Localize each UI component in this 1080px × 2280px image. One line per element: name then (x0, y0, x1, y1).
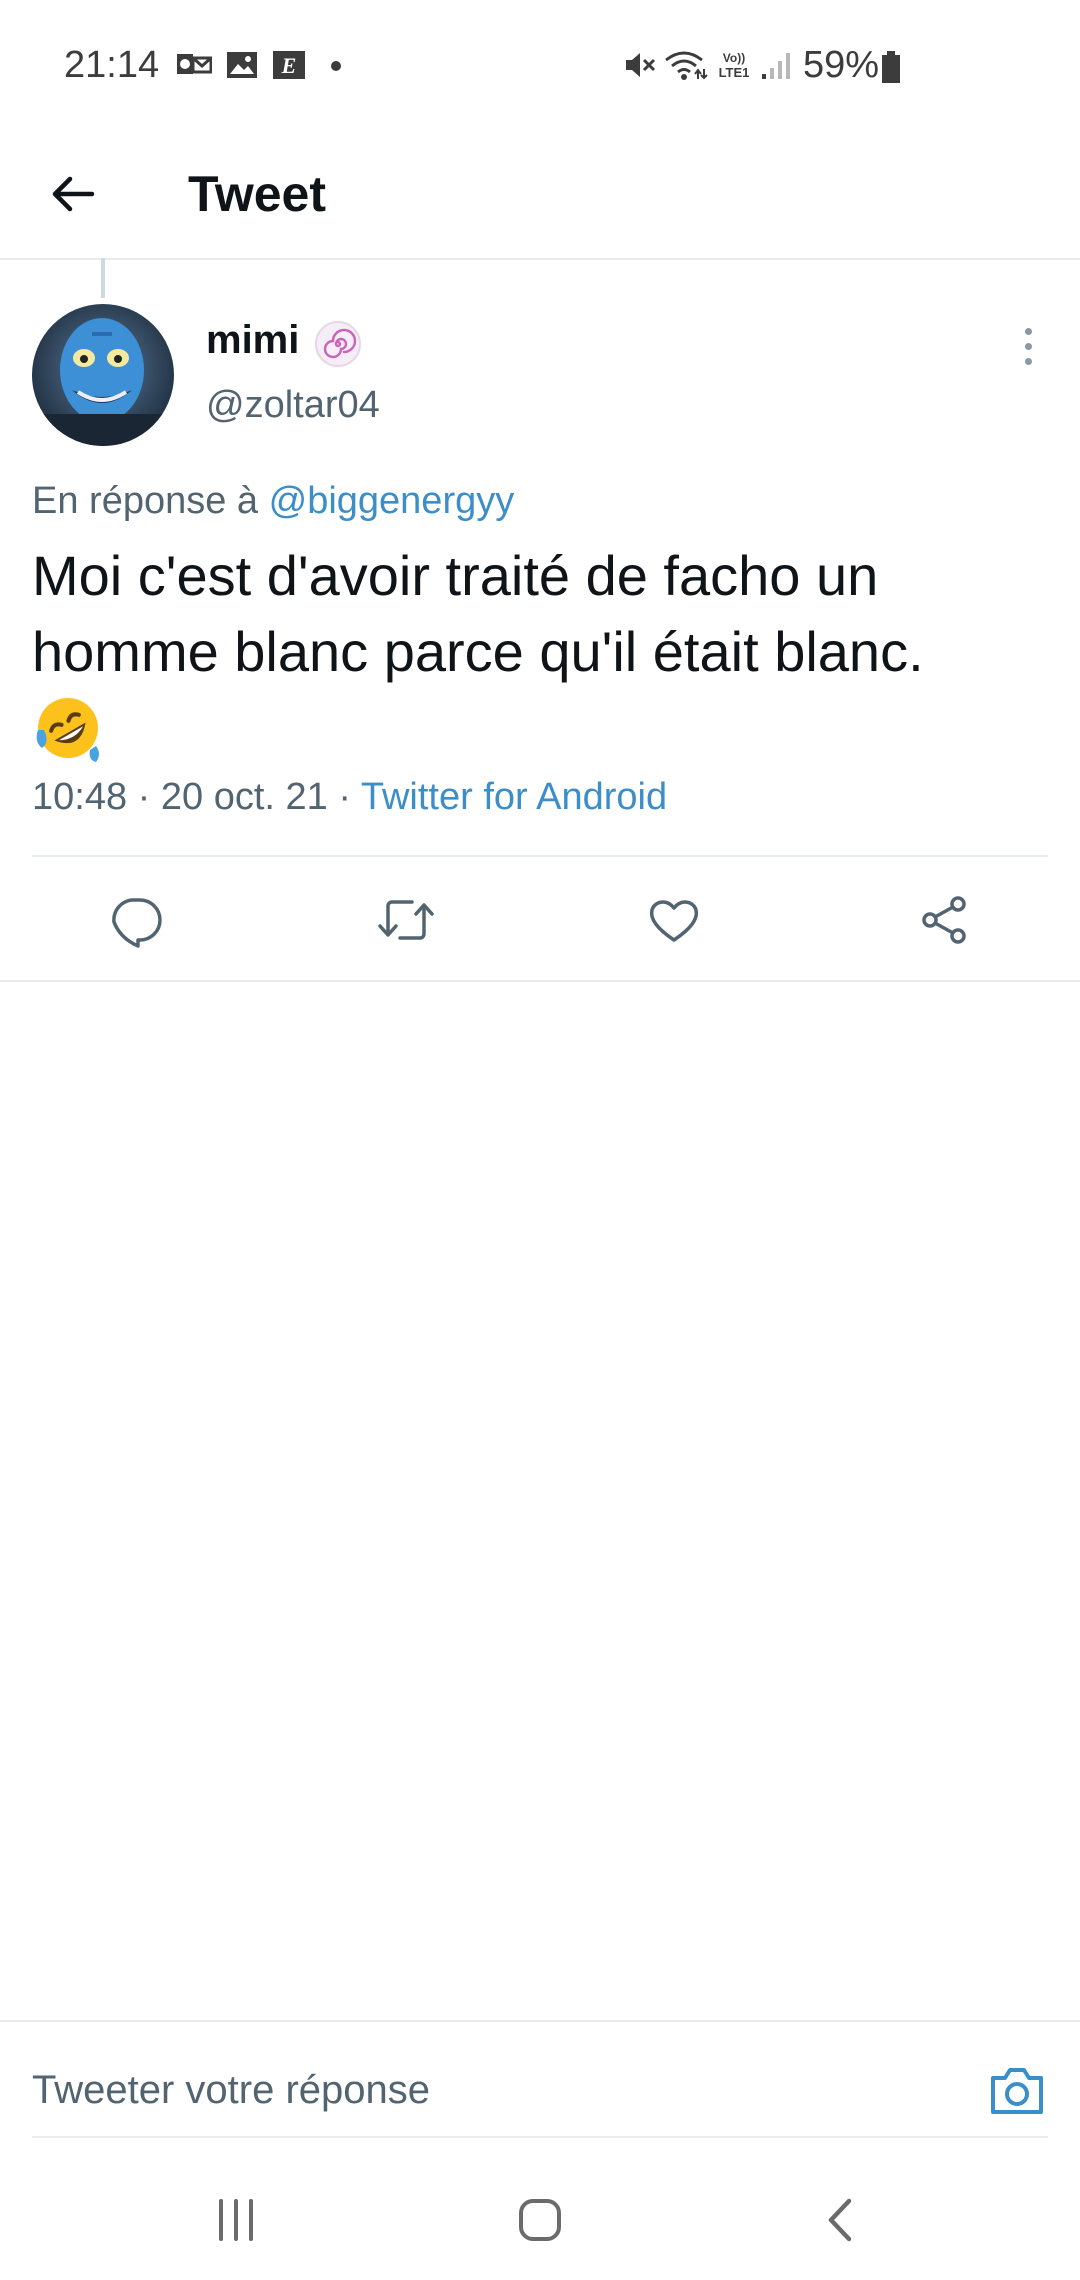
share-button[interactable] (904, 880, 984, 960)
status-time: 21:14 (64, 44, 160, 86)
page-title: Tweet (188, 166, 326, 222)
divider (0, 980, 1080, 982)
retweet-button[interactable] (366, 880, 446, 960)
recent-apps-button[interactable] (186, 2180, 286, 2260)
reply-context: En réponse à @biggenergyy (32, 480, 514, 523)
mute-icon (626, 53, 656, 77)
more-dot (1024, 357, 1032, 365)
wifi-icon (665, 51, 708, 80)
back-button[interactable] (38, 158, 110, 230)
home-button[interactable] (490, 2180, 590, 2260)
avatar-image (32, 304, 174, 446)
reply-prefix: En réponse à (32, 480, 259, 522)
retweet-icon (378, 900, 434, 940)
battery-icon (882, 51, 900, 83)
outlook-icon (177, 54, 212, 74)
more-options-button[interactable] (1010, 318, 1046, 374)
like-button[interactable] (634, 880, 714, 960)
tweet-meta: 10:48 · 20 oct. 21 · Twitter for Android (32, 776, 667, 819)
tweet-timestamp: 10:48 · 20 oct. 21 · (32, 776, 351, 818)
more-dot (1024, 327, 1032, 335)
reply-mention-link[interactable]: @biggenergyy (269, 480, 515, 522)
home-icon (519, 2199, 561, 2241)
camera-button[interactable] (982, 2058, 1052, 2122)
thread-connector-line (101, 258, 105, 298)
svg-text:E: E (281, 53, 297, 78)
lequipe-icon: E (273, 51, 305, 79)
more-dot (1024, 342, 1032, 350)
back-icon (828, 2198, 852, 2242)
tweet-text: Moi c'est d'avoir traité de facho un hom… (32, 544, 924, 683)
camera-icon (991, 2068, 1043, 2114)
signal-icon (762, 53, 790, 79)
nav-back-button[interactable] (792, 2180, 892, 2260)
reply-icon (112, 898, 162, 948)
avatar[interactable] (32, 304, 174, 446)
share-icon (922, 896, 966, 944)
volte-lte-icon: Vo)) LTE1 (719, 51, 750, 80)
rolling-on-floor-laughing-emoji (36, 698, 99, 762)
svg-text:LTE1: LTE1 (719, 65, 750, 80)
recent-apps-icon (219, 2199, 253, 2241)
author-handle[interactable]: @zoltar04 (206, 384, 380, 427)
divider (0, 2020, 1080, 2022)
author-name[interactable]: mimi (206, 318, 299, 363)
top-app-bar: Tweet (0, 130, 1080, 260)
like-icon (649, 900, 699, 942)
arrow-left-icon (52, 176, 95, 212)
swirl-badge-icon (315, 321, 361, 367)
tweet-source-link[interactable]: Twitter for Android (361, 776, 667, 818)
divider (32, 2136, 1048, 2138)
gallery-icon (227, 52, 257, 78)
reply-input[interactable] (32, 2060, 932, 2120)
reply-button[interactable] (96, 880, 176, 960)
battery-percent: 59% (803, 44, 880, 86)
status-bar: 21:14 E Vo)) LTE1 59% (0, 0, 1080, 130)
divider (32, 855, 1048, 857)
svg-text:Vo)): Vo)) (723, 51, 745, 65)
dot-icon (331, 61, 341, 71)
